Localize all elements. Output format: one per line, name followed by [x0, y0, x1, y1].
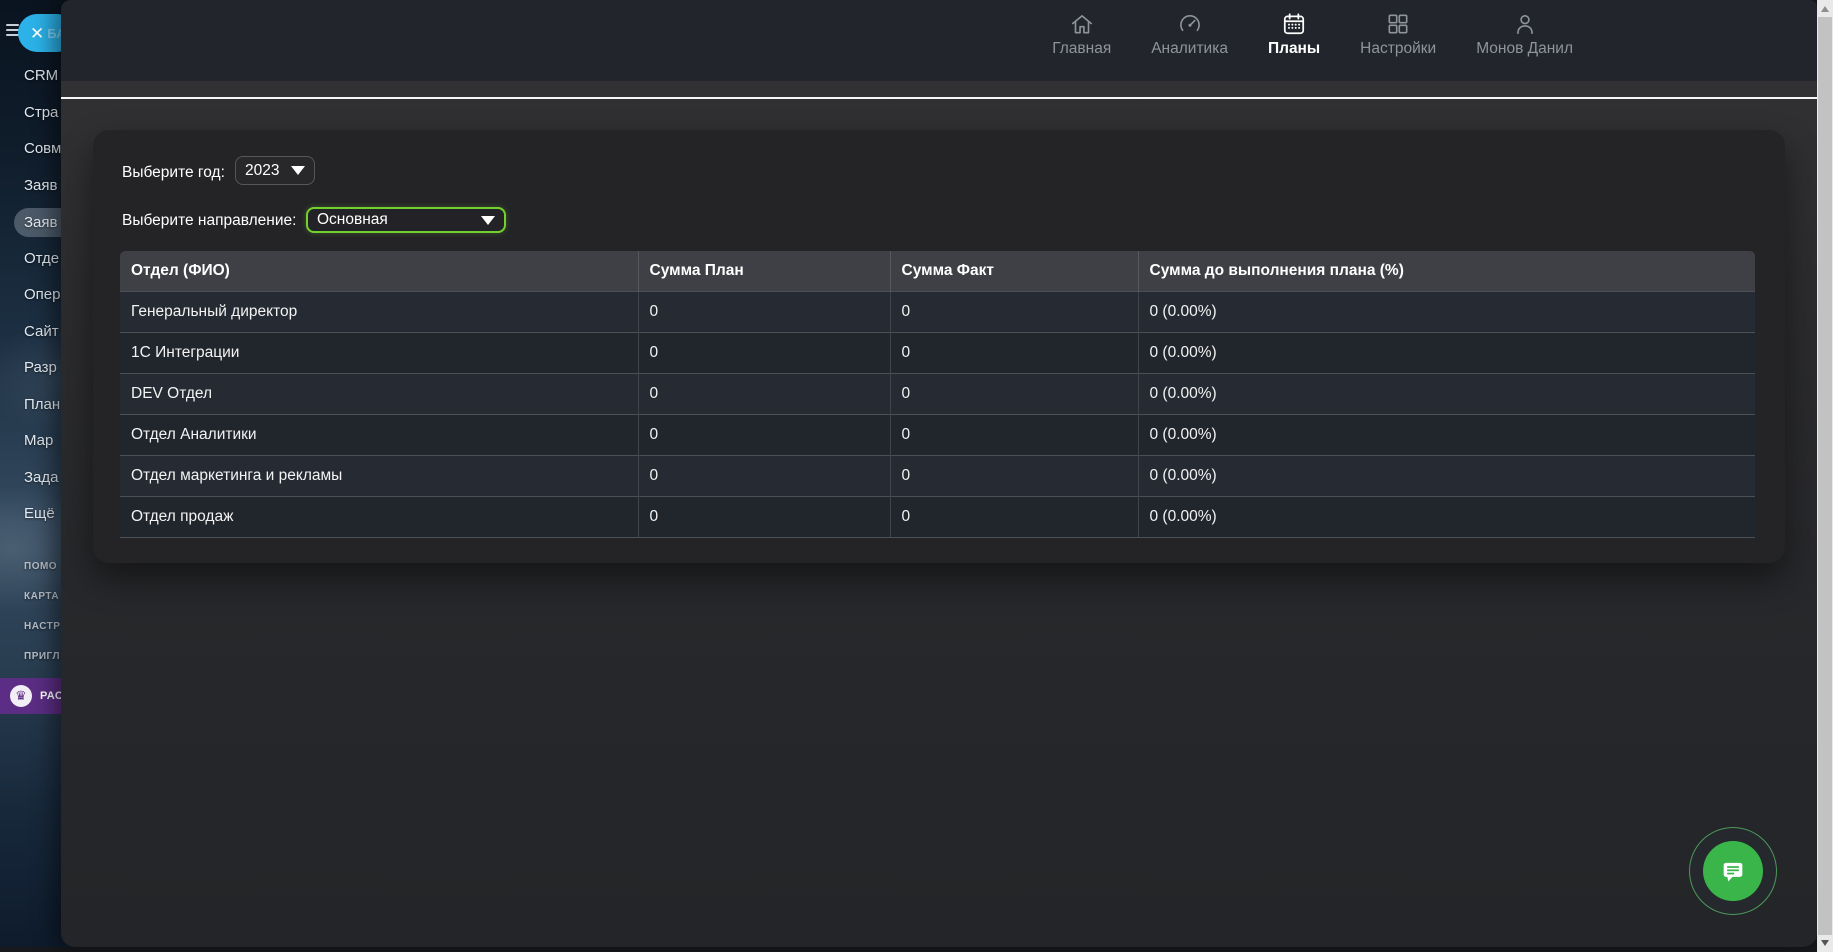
cell-department: Отдел Аналитики — [120, 413, 639, 455]
chat-button[interactable] — [1689, 827, 1777, 915]
cell-plan: 0 — [638, 331, 891, 373]
header-divider-line — [61, 97, 1817, 99]
chat-button-inner — [1703, 841, 1763, 901]
cell-department: 1С Интеграции — [120, 331, 639, 373]
cell-to-plan: 0 (0.00%) — [1138, 454, 1755, 496]
plans-table: Отдел (ФИО) Сумма План Сумма Факт Сумма … — [120, 251, 1755, 538]
tab-home-label: Главная — [1052, 40, 1112, 57]
tab-user-label: Монов Данил — [1476, 40, 1573, 57]
tab-plans-label: Планы — [1267, 40, 1321, 57]
cell-department: DEV Отдел — [120, 372, 639, 414]
cell-plan: 0 — [638, 290, 891, 332]
top-navigation: Главная Аналитика Планы Настройки Монов … — [1052, 11, 1573, 58]
cell-department: Генеральный директор — [120, 290, 639, 332]
table-row: Генеральный директор 0 0 0 (0.00%) — [120, 290, 1755, 332]
cell-fact: 0 — [890, 290, 1139, 332]
cell-plan: 0 — [638, 372, 891, 414]
scrollbar-thumb[interactable] — [1818, 17, 1832, 935]
column-header-department: Отдел (ФИО) — [120, 251, 639, 291]
user-icon — [1516, 14, 1533, 35]
plans-card: Выберите год: 2023 Выберите направление:… — [93, 130, 1785, 563]
home-icon — [1071, 15, 1092, 34]
direction-select[interactable]: Основная — [306, 207, 506, 233]
close-icon: ✕ — [30, 23, 45, 43]
tab-settings[interactable]: Настройки — [1360, 11, 1436, 58]
cell-fact: 0 — [890, 331, 1139, 373]
cell-plan: 0 — [638, 495, 891, 538]
column-header-to-plan: Сумма до выполнения плана (%) — [1138, 251, 1755, 291]
tab-home[interactable]: Главная — [1052, 11, 1111, 58]
chevron-down-icon — [291, 166, 305, 175]
direction-select-value: Основная — [317, 211, 388, 228]
year-select[interactable]: 2023 — [235, 156, 315, 185]
chat-icon — [1723, 862, 1743, 882]
year-select-value: 2023 — [245, 161, 280, 179]
cell-plan: 0 — [638, 454, 891, 496]
app-window: ✕ БА CRM Стра Совм Заяв Заяв Отде Опер С… — [0, 0, 1833, 952]
table-header-row: Отдел (ФИО) Сумма План Сумма Факт Сумма … — [120, 251, 1755, 291]
calendar-icon — [1283, 13, 1305, 35]
tab-analytics-label: Аналитика — [1151, 40, 1228, 57]
cell-to-plan: 0 (0.00%) — [1138, 372, 1755, 414]
scroll-down-arrow-icon[interactable] — [1821, 940, 1829, 946]
cell-to-plan: 0 (0.00%) — [1138, 413, 1755, 455]
cell-to-plan: 0 (0.00%) — [1138, 331, 1755, 373]
browser-scrollbar — [1817, 0, 1833, 952]
column-header-fact: Сумма Факт — [890, 251, 1139, 291]
direction-filter-label: Выберите направление: — [122, 212, 297, 229]
scroll-up-arrow-icon[interactable] — [1821, 6, 1829, 12]
crown-icon: ♛ — [10, 685, 32, 707]
cell-fact: 0 — [890, 413, 1139, 455]
gauge-icon — [1179, 15, 1200, 32]
cell-to-plan: 0 (0.00%) — [1138, 495, 1755, 538]
tab-user-profile[interactable]: Монов Данил — [1476, 11, 1573, 58]
cell-plan: 0 — [638, 413, 891, 455]
cell-fact: 0 — [890, 495, 1139, 538]
table-row: Отдел Аналитики 0 0 0 (0.00%) — [120, 413, 1755, 455]
main-panel: Главная Аналитика Планы Настройки Монов … — [61, 0, 1817, 947]
upgrade-label: РАС — [40, 690, 64, 702]
cell-to-plan: 0 (0.00%) — [1138, 290, 1755, 332]
cell-department: Отдел маркетинга и рекламы — [120, 454, 639, 496]
grid-icon — [1388, 14, 1408, 34]
cell-fact: 0 — [890, 454, 1139, 496]
column-header-plan: Сумма План — [638, 251, 891, 291]
cell-fact: 0 — [890, 372, 1139, 414]
top-header-bar: Главная Аналитика Планы Настройки Монов … — [61, 0, 1817, 81]
table-row: Отдел маркетинга и рекламы 0 0 0 (0.00%) — [120, 454, 1755, 496]
year-filter-label: Выберите год: — [122, 164, 225, 181]
cell-department: Отдел продаж — [120, 495, 639, 538]
table-row: 1С Интеграции 0 0 0 (0.00%) — [120, 331, 1755, 373]
chevron-down-icon — [481, 215, 495, 225]
table-row: DEV Отдел 0 0 0 (0.00%) — [120, 372, 1755, 414]
tab-plans-active[interactable]: Планы — [1268, 11, 1320, 58]
tab-analytics[interactable]: Аналитика — [1151, 11, 1228, 58]
tab-settings-label: Настройки — [1360, 40, 1437, 57]
table-row: Отдел продаж 0 0 0 (0.00%) — [120, 495, 1755, 538]
